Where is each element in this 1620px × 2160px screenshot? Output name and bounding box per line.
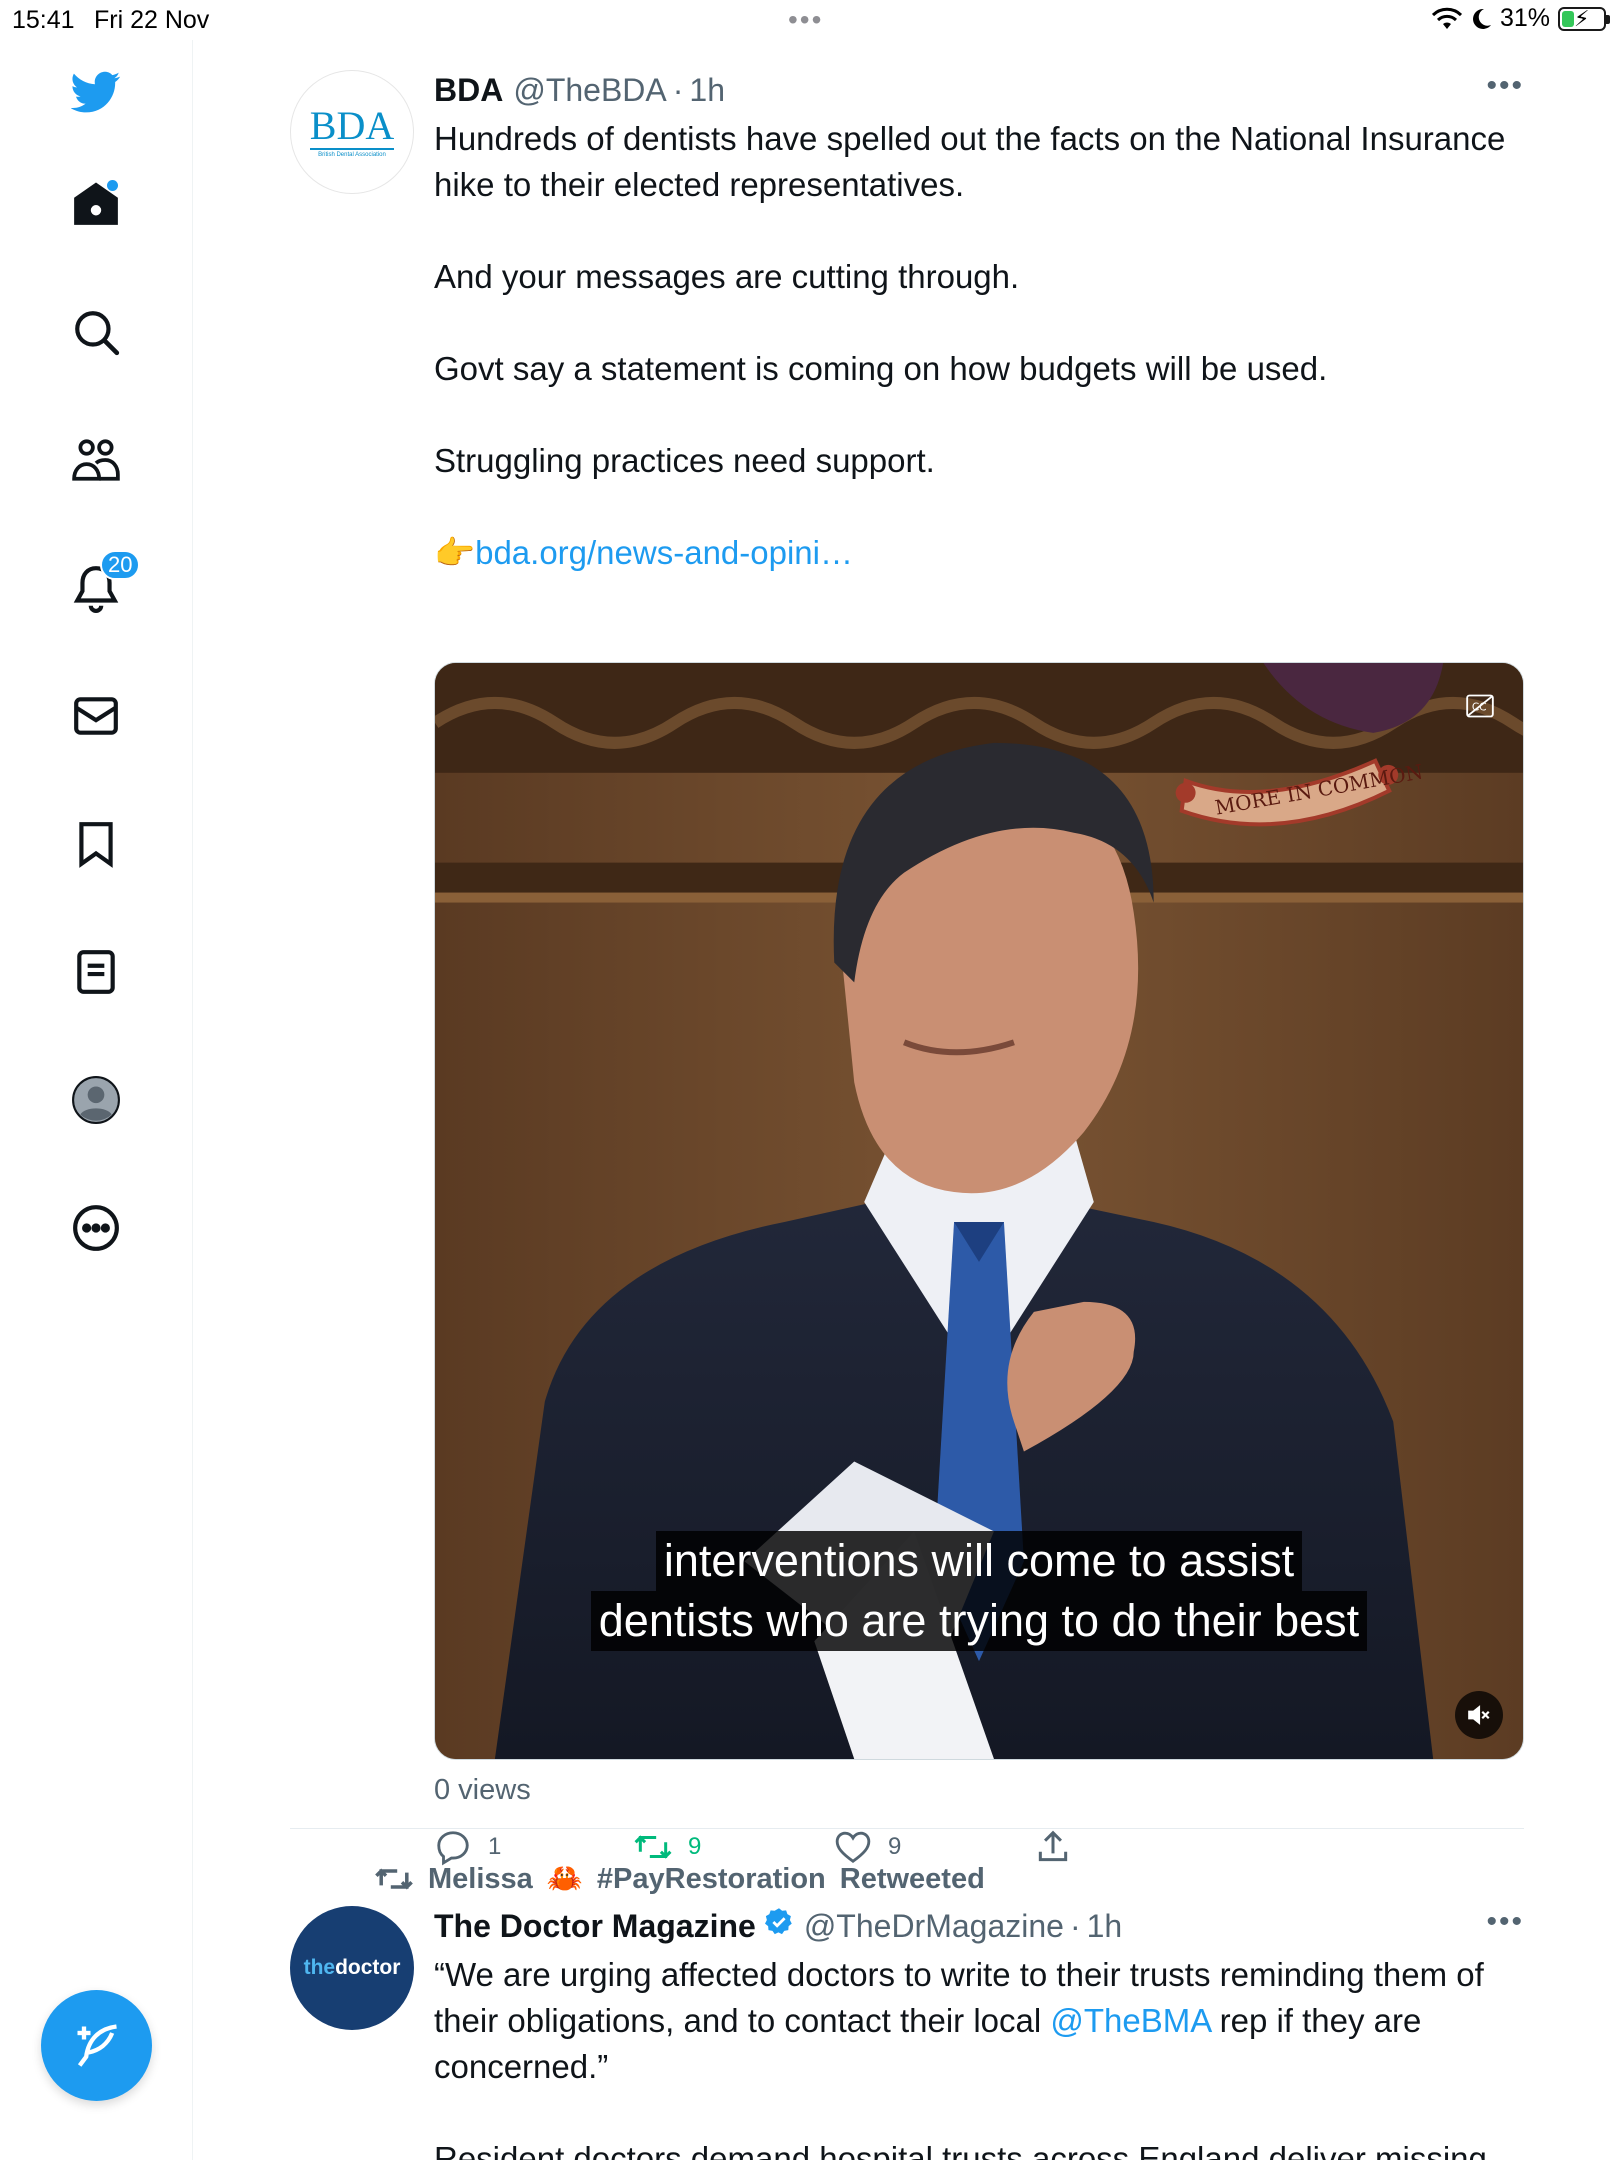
mail-icon[interactable] [64, 684, 128, 748]
retweet-icon [634, 1835, 672, 1859]
search-icon[interactable] [64, 300, 128, 364]
tweet-body: The Doctor Magazine @TheDrMagazine · 1h … [434, 1906, 1524, 2160]
avatar-text-the: the [303, 1956, 336, 1979]
tweet-time[interactable]: 1h [1087, 1906, 1123, 1946]
status-date: Fri 22 Nov [94, 6, 210, 34]
tweet-text: “We are urging affected doctors to write… [434, 1952, 1524, 2160]
more-circle-icon[interactable] [64, 1196, 128, 1260]
bda-logo-rule [310, 147, 394, 150]
lists-icon[interactable] [64, 940, 128, 1004]
tweet-bda[interactable]: BDA British Dental Association BDA @TheB… [290, 70, 1524, 1866]
bookmark-icon[interactable] [64, 812, 128, 876]
bda-avatar[interactable]: BDA British Dental Association [290, 70, 414, 194]
retweet-count: 9 [688, 1833, 702, 1860]
pointing-hand-emoji: 👉 [434, 534, 476, 571]
reply-icon [437, 1831, 469, 1866]
home-new-dot [107, 180, 118, 191]
caption-line: dentists who are trying to do their best [590, 1591, 1368, 1651]
captions-icon[interactable]: CC [1463, 691, 1497, 721]
avatar-icon[interactable] [64, 1068, 128, 1132]
reply-count: 1 [488, 1833, 502, 1860]
tweet-time[interactable]: 1h [689, 70, 725, 110]
author-handle[interactable]: @TheDrMagazine [804, 1906, 1064, 1946]
reply-button[interactable]: 1 [434, 1828, 501, 1866]
author-handle[interactable]: @TheBDA [513, 70, 666, 110]
tweet-video[interactable]: MORE IN COMMON CC interventions will com… [434, 662, 1524, 1760]
home-icon[interactable] [64, 172, 128, 236]
caption-line: interventions will come to assist [655, 1531, 1303, 1591]
tweet-doctor-magazine[interactable]: the doctor The Doctor Magazine @TheDrMaga… [290, 1906, 1524, 2160]
tweet-paragraph: Govt say a statement is coming on how bu… [434, 350, 1328, 387]
multitasking-dots-icon[interactable]: ••• [788, 4, 823, 36]
status-indicators: 31% ⚡ [1431, 4, 1610, 33]
tweet-divider [290, 1828, 1524, 1829]
tweet-header: The Doctor Magazine @TheDrMagazine · 1h [434, 1906, 1524, 1946]
header-separator: · [672, 72, 684, 108]
like-count: 9 [888, 1833, 902, 1860]
author-name[interactable]: BDA [434, 70, 503, 110]
retweet-button[interactable]: 9 [634, 1828, 701, 1866]
wifi-icon [1431, 7, 1462, 29]
like-button[interactable]: 9 [834, 1828, 901, 1866]
tweet-link[interactable]: bda.org/news-and-opini… [475, 534, 853, 571]
bda-logo-text: BDA [309, 102, 395, 148]
verified-badge-icon [764, 1908, 792, 1935]
battery-percent: 31% [1499, 4, 1550, 32]
tweet-paragraph: Hundreds of dentists have spelled out th… [434, 120, 1515, 203]
share-button[interactable] [1034, 1828, 1072, 1866]
tweet-link-line: 👉bda.org/news-and-opini… [434, 530, 1524, 576]
tweet-text: Hundreds of dentists have spelled out th… [434, 116, 1524, 576]
mention-link[interactable]: @TheBMA [1050, 2002, 1210, 2039]
twitter-bird-icon[interactable] [64, 60, 128, 124]
doctor-magazine-avatar[interactable]: the doctor [290, 1906, 414, 2030]
tweet-paragraph: “We are urging affected doctors to write… [434, 1952, 1524, 2090]
status-time: 15:41 [12, 6, 75, 34]
retweeter-name: Melissa [428, 1862, 533, 1895]
tweet-header: BDA @TheBDA · 1h [434, 70, 1524, 110]
sidebar-nav: 20 [0, 40, 193, 2160]
bell-icon[interactable]: 20 [64, 550, 141, 620]
more-options-icon[interactable]: ••• [1486, 71, 1524, 101]
tweet-paragraph: And your messages are cutting through. [434, 258, 1020, 295]
tweet-paragraph: Struggling practices need support. [434, 442, 935, 479]
bda-logo-subtitle: British Dental Association [318, 151, 386, 158]
tweet-paragraph: Resident doctors demand hospital trusts … [434, 2140, 1487, 2160]
retweeted-label: Retweeted [839, 1862, 985, 1895]
moon-icon [1472, 8, 1491, 29]
video-caption: interventions will come to assist dentis… [435, 1531, 1523, 1651]
communities-icon[interactable] [64, 428, 128, 492]
tweet-body: BDA @TheBDA · 1h ••• Hundreds of dentist… [434, 70, 1524, 576]
header-separator: · [1069, 1908, 1081, 1944]
more-options-icon[interactable]: ••• [1486, 1907, 1524, 1937]
compose-feather-icon [77, 2023, 117, 2067]
view-count: 0 views [434, 1774, 531, 1806]
heart-icon [835, 1831, 871, 1864]
compose-tweet-button[interactable] [41, 1990, 152, 2101]
avatar-text-doctor: doctor [335, 1956, 401, 1979]
muted-speaker-icon[interactable] [1455, 1691, 1503, 1739]
notification-count-badge: 20 [100, 550, 141, 580]
retweet-context[interactable]: Melissa 🦀 #PayRestoration Retweeted [374, 1862, 985, 1896]
author-name[interactable]: The Doctor Magazine [434, 1906, 756, 1946]
retweeter-hashtag: #PayRestoration [596, 1862, 826, 1895]
battery-charging-icon: ⚡ [1558, 6, 1610, 31]
crab-emoji: 🦀 [546, 1863, 583, 1895]
retweet-icon [375, 1868, 413, 1890]
status-bar: 15:41 Fri 22 Nov ••• 31% ⚡ [0, 0, 1620, 40]
share-icon [1038, 1830, 1068, 1862]
